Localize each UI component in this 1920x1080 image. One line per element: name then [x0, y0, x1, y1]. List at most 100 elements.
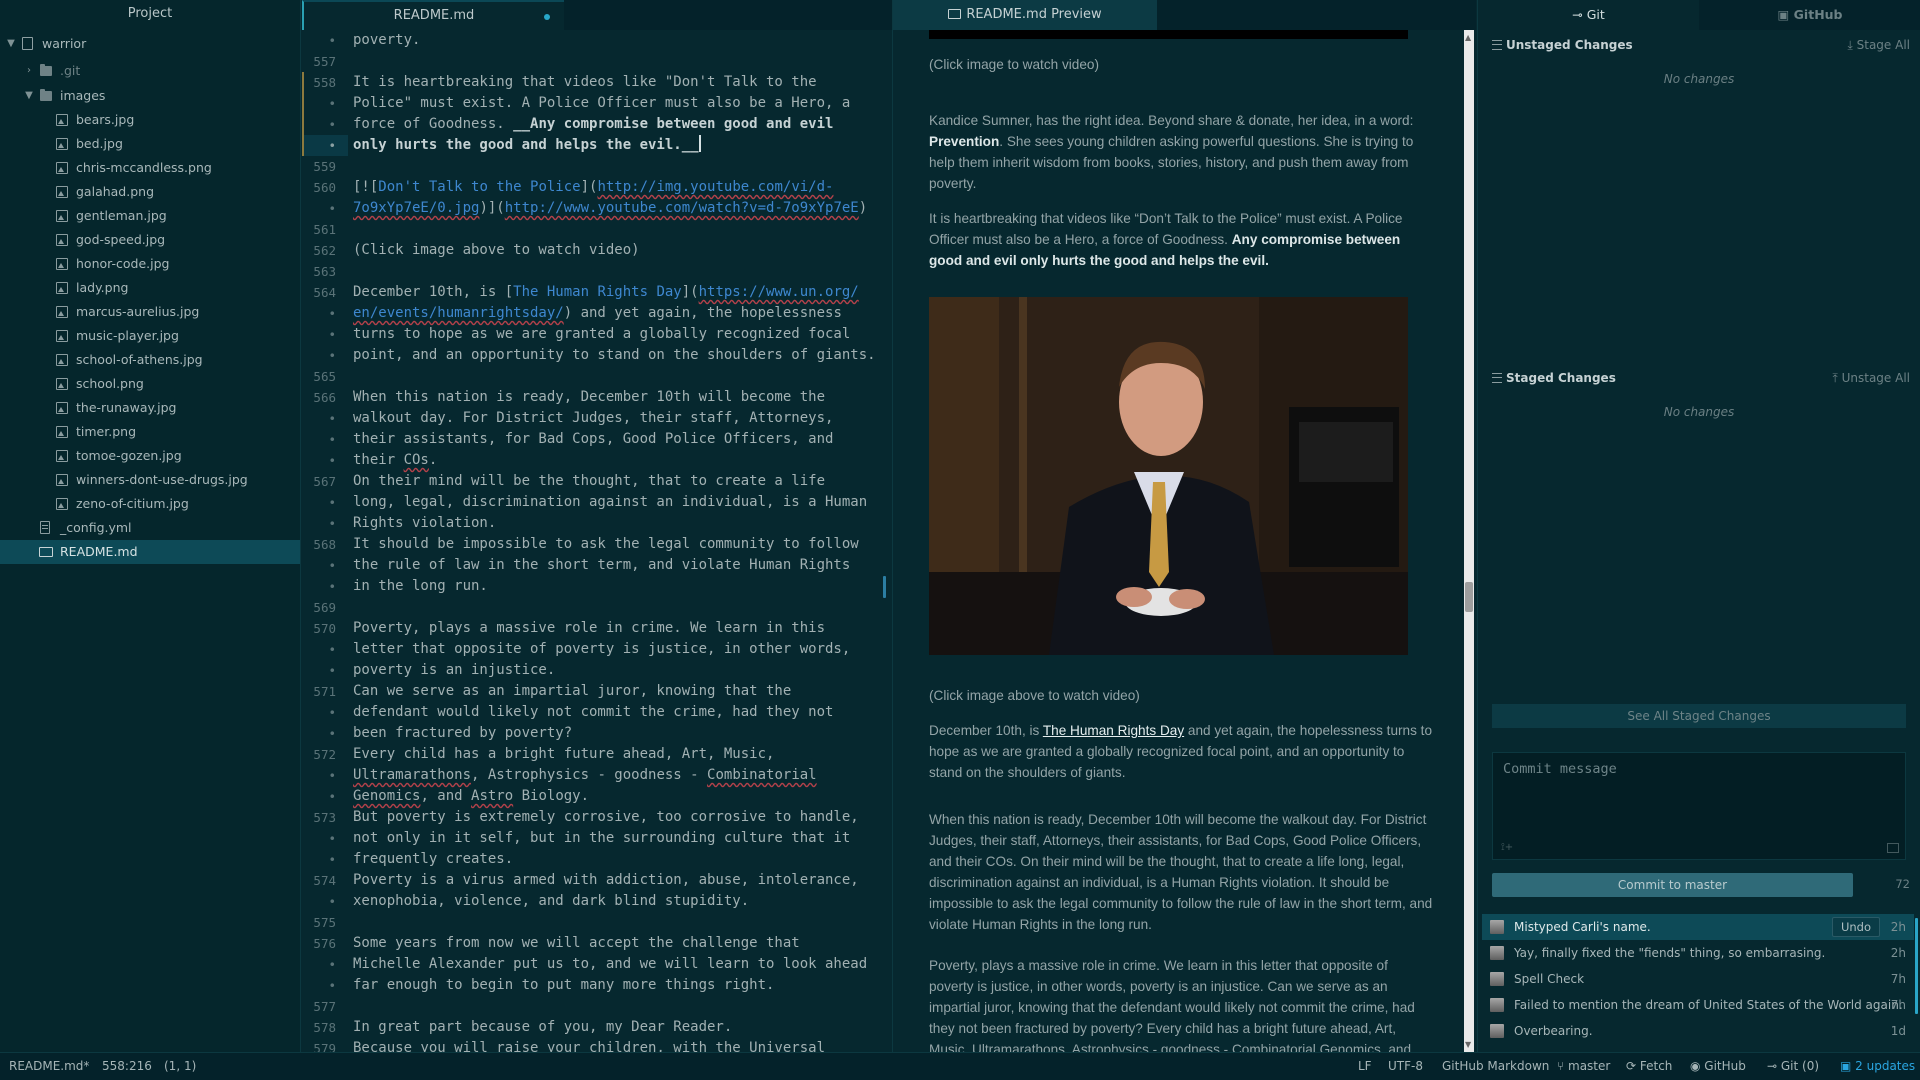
code-line[interactable]: 7o9xYp7eE/0.jpg)](http://www.youtube.com…: [353, 198, 867, 219]
tree-file-item[interactable]: honor-code.jpg: [0, 252, 300, 276]
preview-body[interactable]: (Click image to watch video) Kandice Sum…: [893, 30, 1476, 1052]
code-line[interactable]: Ultramarathons, Astrophysics - goodness …: [353, 765, 817, 786]
status-file-name[interactable]: README.md*: [9, 1059, 89, 1073]
tree-file-item[interactable]: bed.jpg: [0, 132, 300, 156]
code-line[interactable]: (Click image above to watch video): [353, 240, 640, 261]
tab-preview[interactable]: README.md Preview: [893, 0, 1157, 30]
tree-file-item[interactable]: zeno-of-citium.jpg: [0, 492, 300, 516]
stage-all-button[interactable]: ⤓ Stage All: [1848, 31, 1911, 59]
code-line[interactable]: frequently creates.: [353, 849, 513, 870]
tab-readme[interactable]: README.md: [302, 0, 564, 30]
tab-git[interactable]: ⊸ Git: [1478, 0, 1699, 30]
code-line[interactable]: the rule of law in the short term, and v…: [353, 555, 850, 576]
code-line[interactable]: But poverty is extremely corrosive, too …: [353, 807, 859, 828]
code-line[interactable]: not only in it self, but in the surround…: [353, 828, 850, 849]
code-line[interactable]: walkout day. For District Judges, their …: [353, 408, 833, 429]
code-line[interactable]: Genomics, and Astro Biology.: [353, 786, 589, 807]
status-fetch[interactable]: ⟳ Fetch: [1626, 1059, 1672, 1073]
tree-file-item[interactable]: timer.png: [0, 420, 300, 444]
unstage-all-button[interactable]: ⤒ Unstage All: [1832, 364, 1910, 392]
code-line[interactable]: Because you will raise your children, wi…: [353, 1038, 825, 1052]
tree-file-item[interactable]: music-player.jpg: [0, 324, 300, 348]
tree-file-item[interactable]: lady.png: [0, 276, 300, 300]
code-line[interactable]: In great part because of you, my Dear Re…: [353, 1017, 732, 1038]
code-line[interactable]: It is heartbreaking that videos like "Do…: [353, 72, 817, 93]
code-line[interactable]: Some years from now we will accept the c…: [353, 933, 800, 954]
tree-file-config[interactable]: _config.yml: [0, 516, 300, 540]
tree-file-item[interactable]: school.png: [0, 372, 300, 396]
human-rights-day-link[interactable]: The Human Rights Day: [1043, 723, 1184, 738]
code-line[interactable]: long, legal, discrimination against an i…: [353, 492, 867, 513]
code-line[interactable]: their assistants, for Bad Cops, Good Pol…: [353, 429, 833, 450]
code-line[interactable]: defendant would likely not commit the cr…: [353, 702, 833, 723]
status-github[interactable]: ◉ GitHub: [1690, 1059, 1746, 1073]
code-line[interactable]: far enough to begin to put many more thi…: [353, 975, 774, 996]
code-line[interactable]: poverty is an injustice.: [353, 660, 555, 681]
code-line[interactable]: [![Don't Talk to the Police](http://img.…: [353, 177, 833, 198]
code-line[interactable]: Police" must exist. A Police Officer mus…: [353, 93, 850, 114]
tree-folder-images[interactable]: ▼ images: [0, 84, 300, 108]
undo-commit-button[interactable]: Undo: [1831, 917, 1880, 937]
commit-list-item[interactable]: Mistyped Carli's name. Undo 2h: [1482, 914, 1914, 940]
status-line-ending[interactable]: LF: [1358, 1059, 1372, 1073]
code-line[interactable]: It should be impossible to ask the legal…: [353, 534, 859, 555]
tree-file-item[interactable]: marcus-aurelius.jpg: [0, 300, 300, 324]
tree-file-item[interactable]: tomoe-gozen.jpg: [0, 444, 300, 468]
scroll-down-icon[interactable]: ▼: [1465, 1040, 1471, 1049]
commit-list-item[interactable]: Spell Check 7h: [1482, 966, 1914, 992]
code-line[interactable]: Michelle Alexander put us to, and we wil…: [353, 954, 867, 975]
code-line[interactable]: turns to hope as we are granted a global…: [353, 324, 850, 345]
code-line[interactable]: Poverty, plays a massive role in crime. …: [353, 618, 825, 639]
code-line[interactable]: been fractured by poverty?: [353, 723, 572, 744]
expand-editor-icon[interactable]: [1887, 843, 1899, 853]
modified-dot-icon[interactable]: [544, 14, 550, 20]
status-grammar[interactable]: GitHub Markdown: [1442, 1059, 1549, 1073]
code-line[interactable]: xenophobia, violence, and dark blind stu…: [353, 891, 749, 912]
tree-file-item[interactable]: winners-dont-use-drugs.jpg: [0, 468, 300, 492]
commit-button[interactable]: Commit to master: [1492, 873, 1853, 897]
status-branch[interactable]: ⑂ master: [1557, 1059, 1610, 1073]
tree-file-readme[interactable]: README.md: [0, 540, 300, 564]
code-line[interactable]: Rights violation.: [353, 513, 496, 534]
code-area[interactable]: • 557 558 • • • 559 560 • 561 562 563 564 • • • 565 566 • •…: [302, 30, 892, 1052]
status-updates[interactable]: ▣ 2 updates: [1840, 1059, 1915, 1073]
tree-file-item[interactable]: chris-mccandless.png: [0, 156, 300, 180]
co-author-icon[interactable]: ⟟+: [1501, 842, 1513, 853]
code-line[interactable]: poverty.: [353, 30, 420, 51]
tree-root-folder[interactable]: ▼ warrior: [0, 32, 300, 56]
commit-list-scrollbar[interactable]: [1915, 918, 1918, 1014]
tab-github[interactable]: ▣ GitHub: [1699, 0, 1920, 30]
see-all-staged-button[interactable]: See All Staged Changes: [1492, 704, 1906, 728]
tree-file-item[interactable]: god-speed.jpg: [0, 228, 300, 252]
tree-file-item[interactable]: galahad.png: [0, 180, 300, 204]
tree-file-item[interactable]: gentleman.jpg: [0, 204, 300, 228]
code-line[interactable]: their COs.: [353, 450, 437, 471]
commit-list-item[interactable]: Overbearing. 1d: [1482, 1018, 1914, 1044]
tree-file-item[interactable]: bears.jpg: [0, 108, 300, 132]
code-line[interactable]: in the long run.: [353, 576, 488, 597]
code-line[interactable]: Poverty is a virus armed with addiction,…: [353, 870, 859, 891]
code-line[interactable]: When this nation is ready, December 10th…: [353, 387, 825, 408]
code-line[interactable]: force of Goodness. __Any compromise betw…: [353, 114, 833, 135]
video-thumbnail-image[interactable]: [929, 297, 1408, 655]
video-thumbnail-image[interactable]: [929, 30, 1408, 39]
status-encoding[interactable]: UTF-8: [1388, 1059, 1423, 1073]
tree-file-item[interactable]: the-runaway.jpg: [0, 396, 300, 420]
code-line[interactable]: On their mind will be the thought, that …: [353, 471, 825, 492]
code-line[interactable]: only hurts the good and helps the evil._…: [353, 135, 701, 156]
preview-scrollbar[interactable]: ▲ ▼: [1464, 30, 1474, 1052]
code-line[interactable]: Every child has a bright future ahead, A…: [353, 744, 774, 765]
status-cursor-position[interactable]: 558:216: [102, 1059, 152, 1073]
status-git[interactable]: ⊸ Git (0): [1767, 1059, 1819, 1073]
scroll-up-icon[interactable]: ▲: [1465, 33, 1471, 42]
commit-list-item[interactable]: Failed to mention the dream of United St…: [1482, 992, 1914, 1018]
tree-folder-git[interactable]: › .git: [0, 59, 300, 83]
commit-list-item[interactable]: Yay, finally fixed the "fiends" thing, s…: [1482, 940, 1914, 966]
code-line[interactable]: letter that opposite of poverty is justi…: [353, 639, 850, 660]
commit-message-input[interactable]: [1493, 753, 1905, 859]
code-line[interactable]: point, and an opportunity to stand on th…: [353, 345, 876, 366]
code-line[interactable]: en/events/humanrightsday/) and yet again…: [353, 303, 842, 324]
editor-scroll-marker[interactable]: [883, 576, 886, 598]
code-line[interactable]: December 10th, is [The Human Rights Day]…: [353, 282, 859, 303]
code-line[interactable]: Can we serve as an impartial juror, know…: [353, 681, 791, 702]
